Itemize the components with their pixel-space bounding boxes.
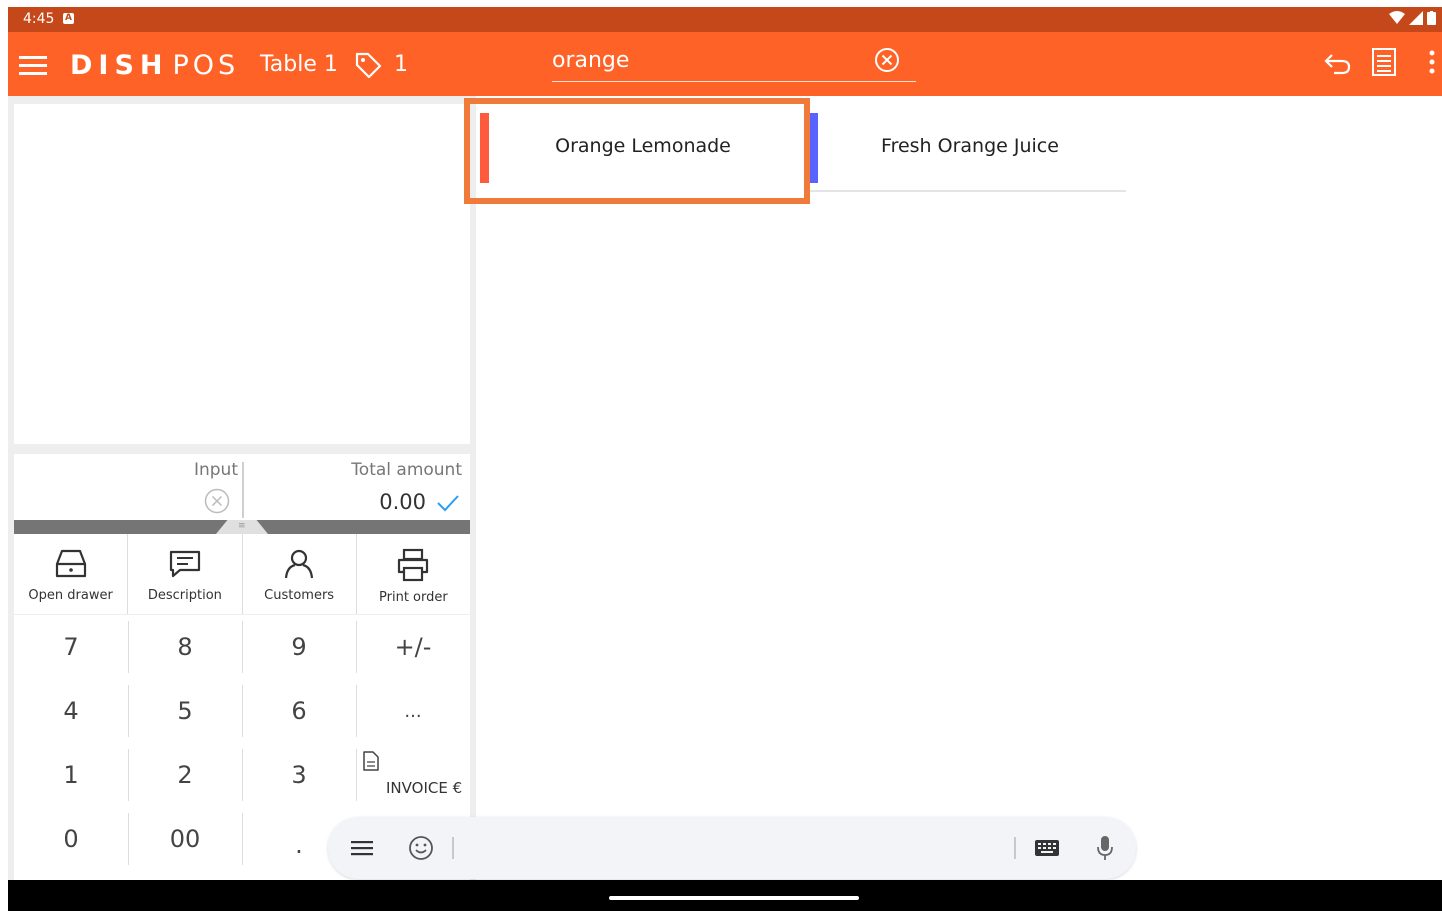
open-drawer-button[interactable]: Open drawer (14, 534, 129, 614)
brand-logo: DISH POS (70, 50, 239, 81)
key-plus-minus[interactable]: +/- (356, 615, 470, 679)
key-0[interactable]: 0 (14, 807, 128, 871)
toolbar-divider (1014, 837, 1016, 859)
drawer-icon (55, 549, 86, 578)
customers-button[interactable]: Customers (243, 534, 357, 614)
check-icon[interactable] (436, 493, 460, 517)
description-button[interactable]: Description (128, 534, 243, 614)
keyboard-toolbar (328, 817, 1136, 879)
invoice-button[interactable]: INVOICE € (356, 743, 470, 807)
key-5[interactable]: 5 (128, 679, 242, 743)
invoice-label: INVOICE € (386, 779, 463, 797)
hamburger-icon (19, 56, 47, 75)
open-drawer-label: Open drawer (28, 588, 113, 603)
home-gesture-handle[interactable] (609, 896, 859, 900)
status-time: 4:45 (23, 11, 55, 27)
input-label: Input (193, 460, 238, 480)
amount-row: Input Total amount 0.00 (14, 454, 470, 520)
amount-divider (242, 462, 244, 518)
key-1[interactable]: 1 (14, 743, 128, 807)
keyboard-icon[interactable] (1034, 839, 1060, 861)
key-6[interactable]: 6 (242, 679, 356, 743)
app-bar: DISH POS Table 1 1 (8, 32, 1442, 96)
message-icon (169, 550, 200, 578)
search-input[interactable] (552, 44, 862, 76)
status-bar: 4:45 A (8, 7, 1442, 32)
total-amount-value: 0.00 (379, 490, 426, 514)
description-label: Description (147, 588, 222, 603)
person-icon (285, 549, 314, 579)
emoji-icon[interactable] (408, 835, 434, 865)
key-8[interactable]: 8 (128, 615, 242, 679)
more-options-icon[interactable] (1428, 47, 1436, 81)
guests-tag-icon[interactable] (353, 50, 383, 84)
key-2[interactable]: 2 (128, 743, 242, 807)
guests-count: 1 (394, 52, 408, 77)
total-amount-label: Total amount (351, 460, 462, 480)
print-order-button[interactable]: Print order (357, 534, 470, 614)
battery-icon (1427, 11, 1436, 25)
product-tile[interactable]: Orange Lemonade (478, 104, 806, 192)
product-name: Fresh Orange Juice (881, 135, 1059, 157)
receipt-icon[interactable] (1371, 47, 1397, 81)
key-9[interactable]: 9 (242, 615, 356, 679)
menu-button[interactable] (16, 48, 50, 82)
printer-icon (398, 548, 429, 582)
document-icon (362, 749, 380, 777)
status-icons (1389, 11, 1436, 25)
key-more[interactable]: ... (356, 679, 470, 743)
key-4[interactable]: 4 (14, 679, 128, 743)
keyboard-menu-icon[interactable] (350, 839, 374, 861)
toolbar-divider (452, 837, 454, 859)
navigation-bar (8, 880, 1442, 911)
key-7[interactable]: 7 (14, 615, 128, 679)
wifi-icon (1389, 11, 1405, 24)
table-name[interactable]: Table 1 (260, 52, 338, 77)
notification-icon: A (63, 13, 74, 24)
action-bar: Open drawer Description Customers Print … (14, 534, 470, 614)
product-name: Orange Lemonade (555, 135, 731, 157)
key-00[interactable]: 00 (128, 807, 242, 871)
clear-input-icon[interactable] (204, 488, 230, 518)
brand-light: POS (172, 50, 240, 81)
customers-label: Customers (264, 588, 335, 603)
signal-icon (1409, 11, 1423, 25)
undo-icon[interactable] (1322, 49, 1352, 79)
screen: 4:45 A DISH POS Table 1 1 orange Input T… (8, 7, 1442, 911)
print-order-label: Print order (379, 590, 448, 605)
brand-bold: DISH (70, 50, 169, 81)
key-3[interactable]: 3 (242, 743, 356, 807)
microphone-icon[interactable] (1096, 835, 1114, 865)
order-list (14, 104, 470, 444)
product-tile[interactable]: Fresh Orange Juice (810, 104, 1126, 192)
clear-search-icon[interactable] (874, 47, 900, 77)
search-field[interactable] (552, 42, 916, 82)
